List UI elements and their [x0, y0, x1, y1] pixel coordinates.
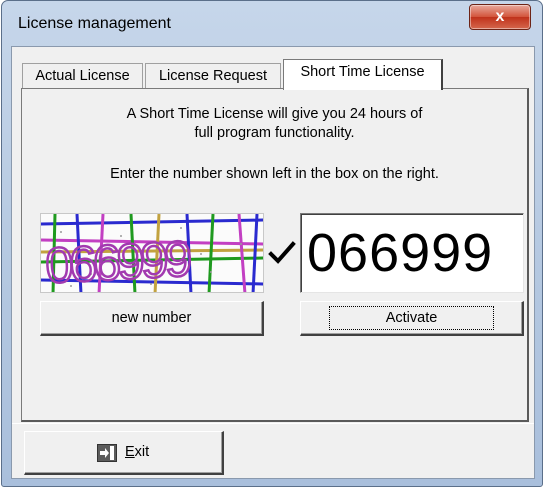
captcha-digits: 066999: [44, 230, 192, 293]
captcha-graphic: 066999: [41, 214, 263, 293]
exit-label: Exit: [125, 444, 149, 460]
instruction-text: Enter the number shown left in the box o…: [110, 166, 439, 182]
tab-license-request[interactable]: License Request: [145, 63, 281, 89]
number-input[interactable]: 066999: [300, 213, 524, 293]
dialog-client-area: Actual License License Request Short Tim…: [11, 46, 535, 479]
exit-icon: [97, 444, 117, 462]
dialog-footer: Exit: [12, 423, 534, 480]
info-text-line-2: full program functionality.: [194, 125, 355, 141]
new-number-button[interactable]: new number: [40, 301, 264, 336]
exit-accelerator: E: [125, 444, 135, 460]
tab-label: License Request: [158, 68, 267, 84]
title-bar[interactable]: License management x: [2, 1, 542, 43]
license-dialog: License management x Actual License Lice…: [1, 0, 543, 487]
tab-short-time-license[interactable]: Short Time License: [283, 59, 443, 90]
close-button[interactable]: x: [469, 4, 531, 30]
tab-label: Short Time License: [300, 64, 425, 80]
new-number-label: new number: [111, 310, 192, 326]
captcha-image: 066999: [40, 213, 264, 293]
tab-label: Actual License: [35, 68, 130, 84]
exit-button[interactable]: Exit: [24, 431, 224, 475]
close-icon: x: [495, 8, 505, 25]
activate-label: Activate: [328, 306, 495, 330]
window-title: License management: [18, 15, 171, 32]
short-time-license-panel: A Short Time License will give you 24 ho…: [21, 88, 529, 422]
tab-actual-license[interactable]: Actual License: [22, 63, 143, 89]
info-text-line-1: A Short Time License will give you 24 ho…: [126, 106, 423, 122]
check-icon: [268, 241, 296, 264]
activate-button[interactable]: Activate: [300, 301, 524, 336]
exit-label-rest: xit: [134, 444, 150, 460]
